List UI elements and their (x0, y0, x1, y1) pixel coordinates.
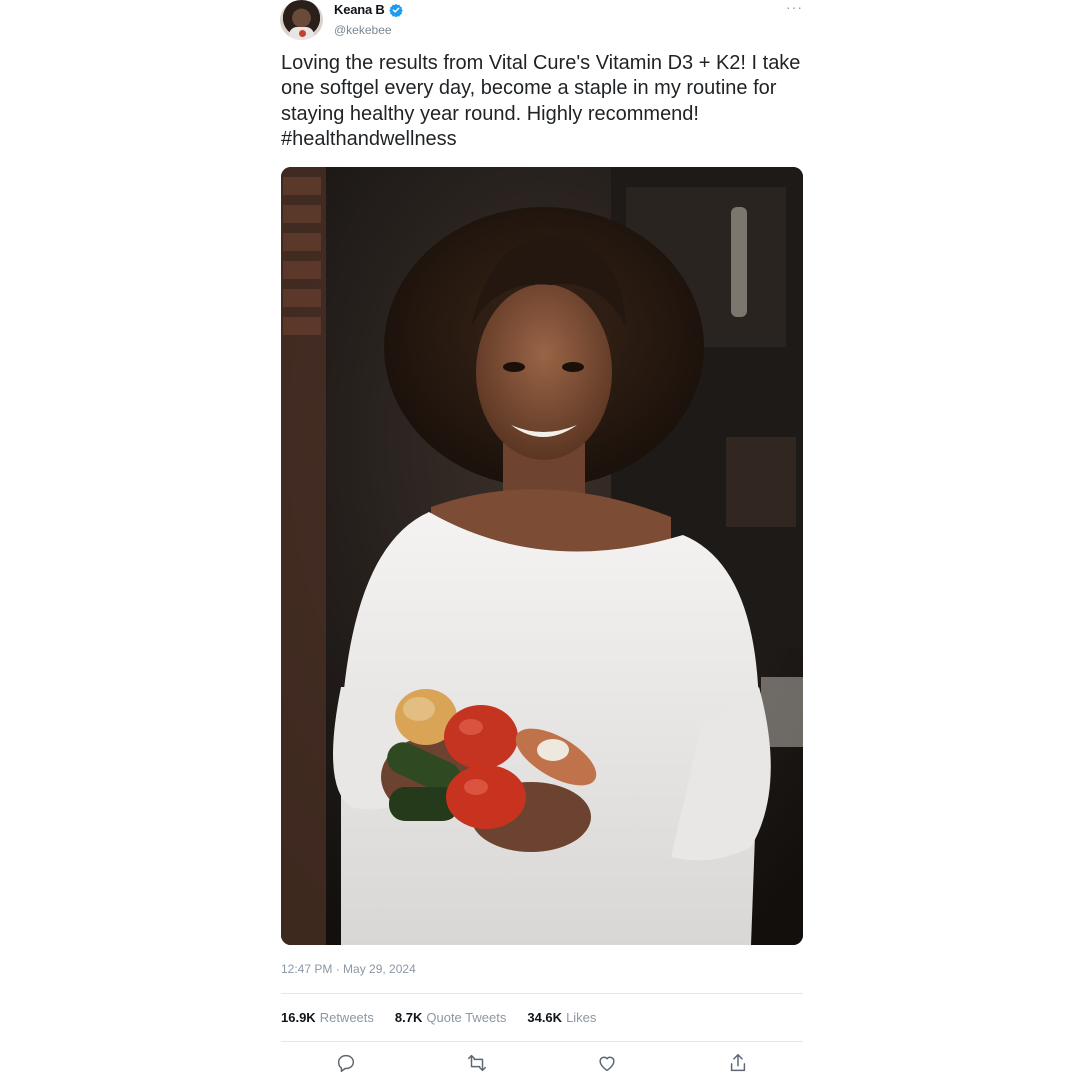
author-handle[interactable]: @kekebee (334, 23, 392, 37)
retweet-icon (468, 1054, 486, 1072)
author-name-row: Keana B (334, 2, 403, 17)
tweet-photo[interactable] (281, 167, 803, 945)
stat-likes-label: Likes (566, 1010, 597, 1025)
photo-illustration (281, 167, 803, 945)
action-bar (281, 1052, 803, 1076)
stat-quote-tweets-value: 8.7K (394, 1010, 423, 1025)
avatar[interactable] (280, 0, 323, 40)
verified-badge-icon (388, 3, 403, 17)
reply-icon (337, 1054, 355, 1072)
tweet-text: Loving the results from Vital Cure's Vit… (281, 52, 801, 150)
more-options-icon[interactable]: ··· (786, 0, 803, 14)
avatar-detail (299, 30, 306, 37)
like-icon (599, 1056, 615, 1072)
author-display-name[interactable]: Keana B (334, 2, 385, 17)
stat-quote-tweets[interactable]: 8.7K Quote Tweets (395, 1010, 506, 1025)
reply-button[interactable] (335, 1052, 357, 1074)
divider-bottom (281, 1041, 803, 1042)
stat-likes-value: 34.6K (527, 1010, 563, 1025)
retweet-button[interactable] (466, 1052, 488, 1074)
engagement-stats: 16.9K Retweets 8.7K Quote Tweets 34.6K Like… (281, 1010, 596, 1025)
tweet-card: Keana B @kekebee ··· Loving the results … (270, 0, 810, 1080)
share-button[interactable] (727, 1052, 749, 1074)
divider-top (281, 993, 803, 994)
tweet-timestamp[interactable]: 12:47 PM · May 29, 2024 (281, 962, 416, 976)
like-button[interactable] (596, 1052, 618, 1074)
stat-retweets-label: Retweets (319, 1010, 374, 1025)
stat-quote-tweets-label: Quote Tweets (426, 1010, 507, 1025)
stat-retweets[interactable]: 16.9K Retweets (281, 1010, 374, 1025)
share-icon (730, 1054, 746, 1072)
stat-retweets-value: 16.9K (281, 1010, 316, 1025)
stat-likes[interactable]: 34.6K Likes (527, 1010, 596, 1025)
